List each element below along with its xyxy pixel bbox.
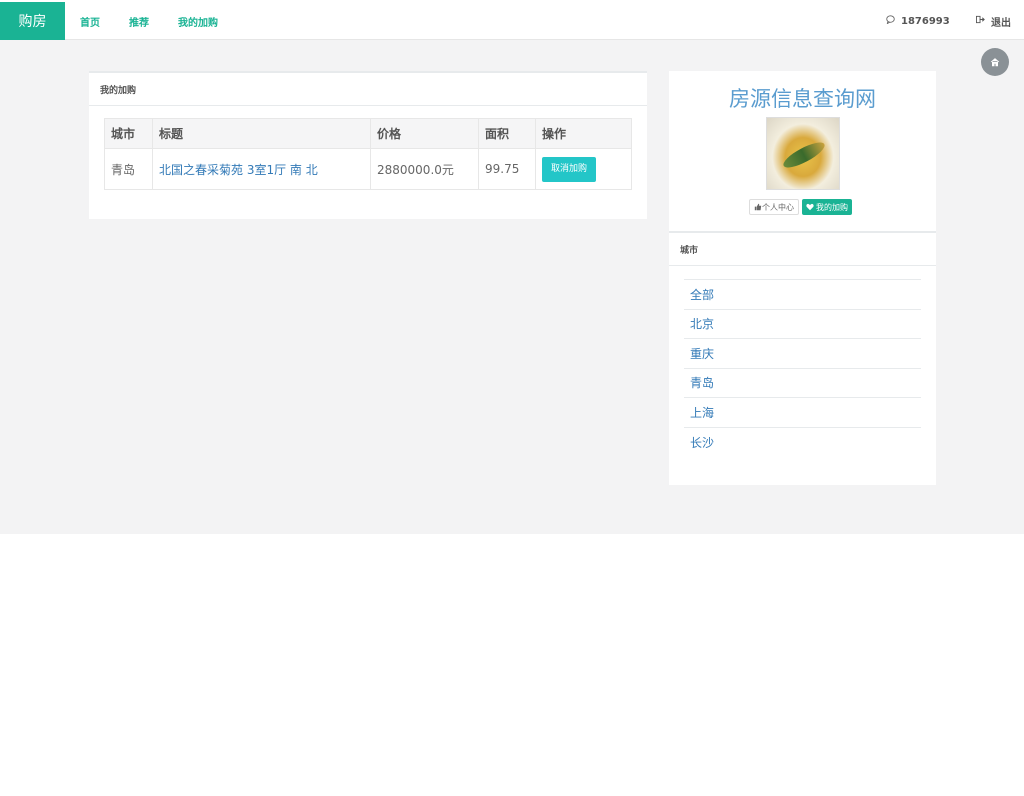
column-header-action: 操作 [535, 118, 632, 149]
heart-icon [806, 203, 814, 211]
my-cart-label: 我的加购 [816, 202, 848, 212]
logout-label: 退出 [991, 17, 1011, 29]
nav-link-home[interactable]: 首页 [80, 2, 100, 40]
home-icon [990, 58, 1000, 67]
cell-action: 取消加购 [535, 148, 632, 190]
table-header-row: 城市 标题 价格 面积 操作 [104, 118, 632, 149]
avatar-image [780, 138, 828, 172]
city-item-qingdao[interactable]: 青岛 [684, 369, 921, 398]
cell-city: 青岛 [104, 148, 153, 190]
cell-area: 99.75 [478, 148, 536, 190]
table-row: 青岛 北国之春采菊苑 3室1厅 南 北 2880000.0元 99.75 取消加… [104, 148, 632, 190]
column-header-price: 价格 [370, 118, 479, 149]
top-navbar: 购房 首页 推荐 我的加购 1876993 退出 [0, 2, 1024, 40]
city-panel-title: 城市 [669, 233, 936, 266]
site-title: 房源信息查询网 [729, 87, 876, 111]
nav-link-my-cart[interactable]: 我的加购 [178, 2, 218, 40]
user-info[interactable]: 1876993 [886, 2, 950, 40]
city-item-changsha[interactable]: 长沙 [684, 428, 921, 458]
city-item-shanghai[interactable]: 上海 [684, 398, 921, 428]
city-item-chongqing[interactable]: 重庆 [684, 339, 921, 369]
column-header-area: 面积 [478, 118, 536, 149]
city-item-beijing[interactable]: 北京 [684, 310, 921, 339]
thumbs-up-icon [754, 203, 762, 211]
cart-table: 城市 标题 价格 面积 操作 青岛 北国之春采菊苑 3室1厅 南 北 28800… [104, 118, 632, 190]
logout-link[interactable]: 退出 [976, 2, 1011, 40]
column-header-city: 城市 [104, 118, 153, 149]
home-button[interactable] [981, 48, 1009, 76]
chat-bubble-icon [886, 15, 895, 27]
avatar [766, 117, 840, 190]
user-id-label: 1876993 [901, 15, 950, 27]
brand-logo[interactable]: 购房 [0, 2, 65, 40]
profile-center-button[interactable]: 个人中心 [749, 199, 799, 215]
cancel-cart-button[interactable]: 取消加购 [542, 156, 597, 182]
profile-center-label: 个人中心 [762, 202, 794, 212]
column-header-title: 标题 [152, 118, 371, 149]
my-cart-button[interactable]: 我的加购 [802, 199, 852, 215]
city-list: 全部 北京 重庆 青岛 上海 长沙 [684, 279, 921, 457]
city-item-all[interactable]: 全部 [684, 280, 921, 310]
cell-price: 2880000.0元 [370, 148, 479, 190]
cell-title-link[interactable]: 北国之春采菊苑 3室1厅 南 北 [152, 148, 371, 190]
sign-out-icon [976, 15, 985, 27]
cart-panel-title: 我的加购 [89, 73, 647, 106]
city-panel: 城市 全部 北京 重庆 青岛 上海 长沙 [669, 231, 936, 485]
profile-panel: 房源信息查询网 个人中心 我的加购 [669, 71, 936, 231]
nav-link-recommend[interactable]: 推荐 [129, 2, 149, 40]
cart-panel: 我的加购 城市 标题 价格 面积 操作 青岛 北国之春采菊苑 3室1厅 南 北 … [89, 71, 647, 219]
